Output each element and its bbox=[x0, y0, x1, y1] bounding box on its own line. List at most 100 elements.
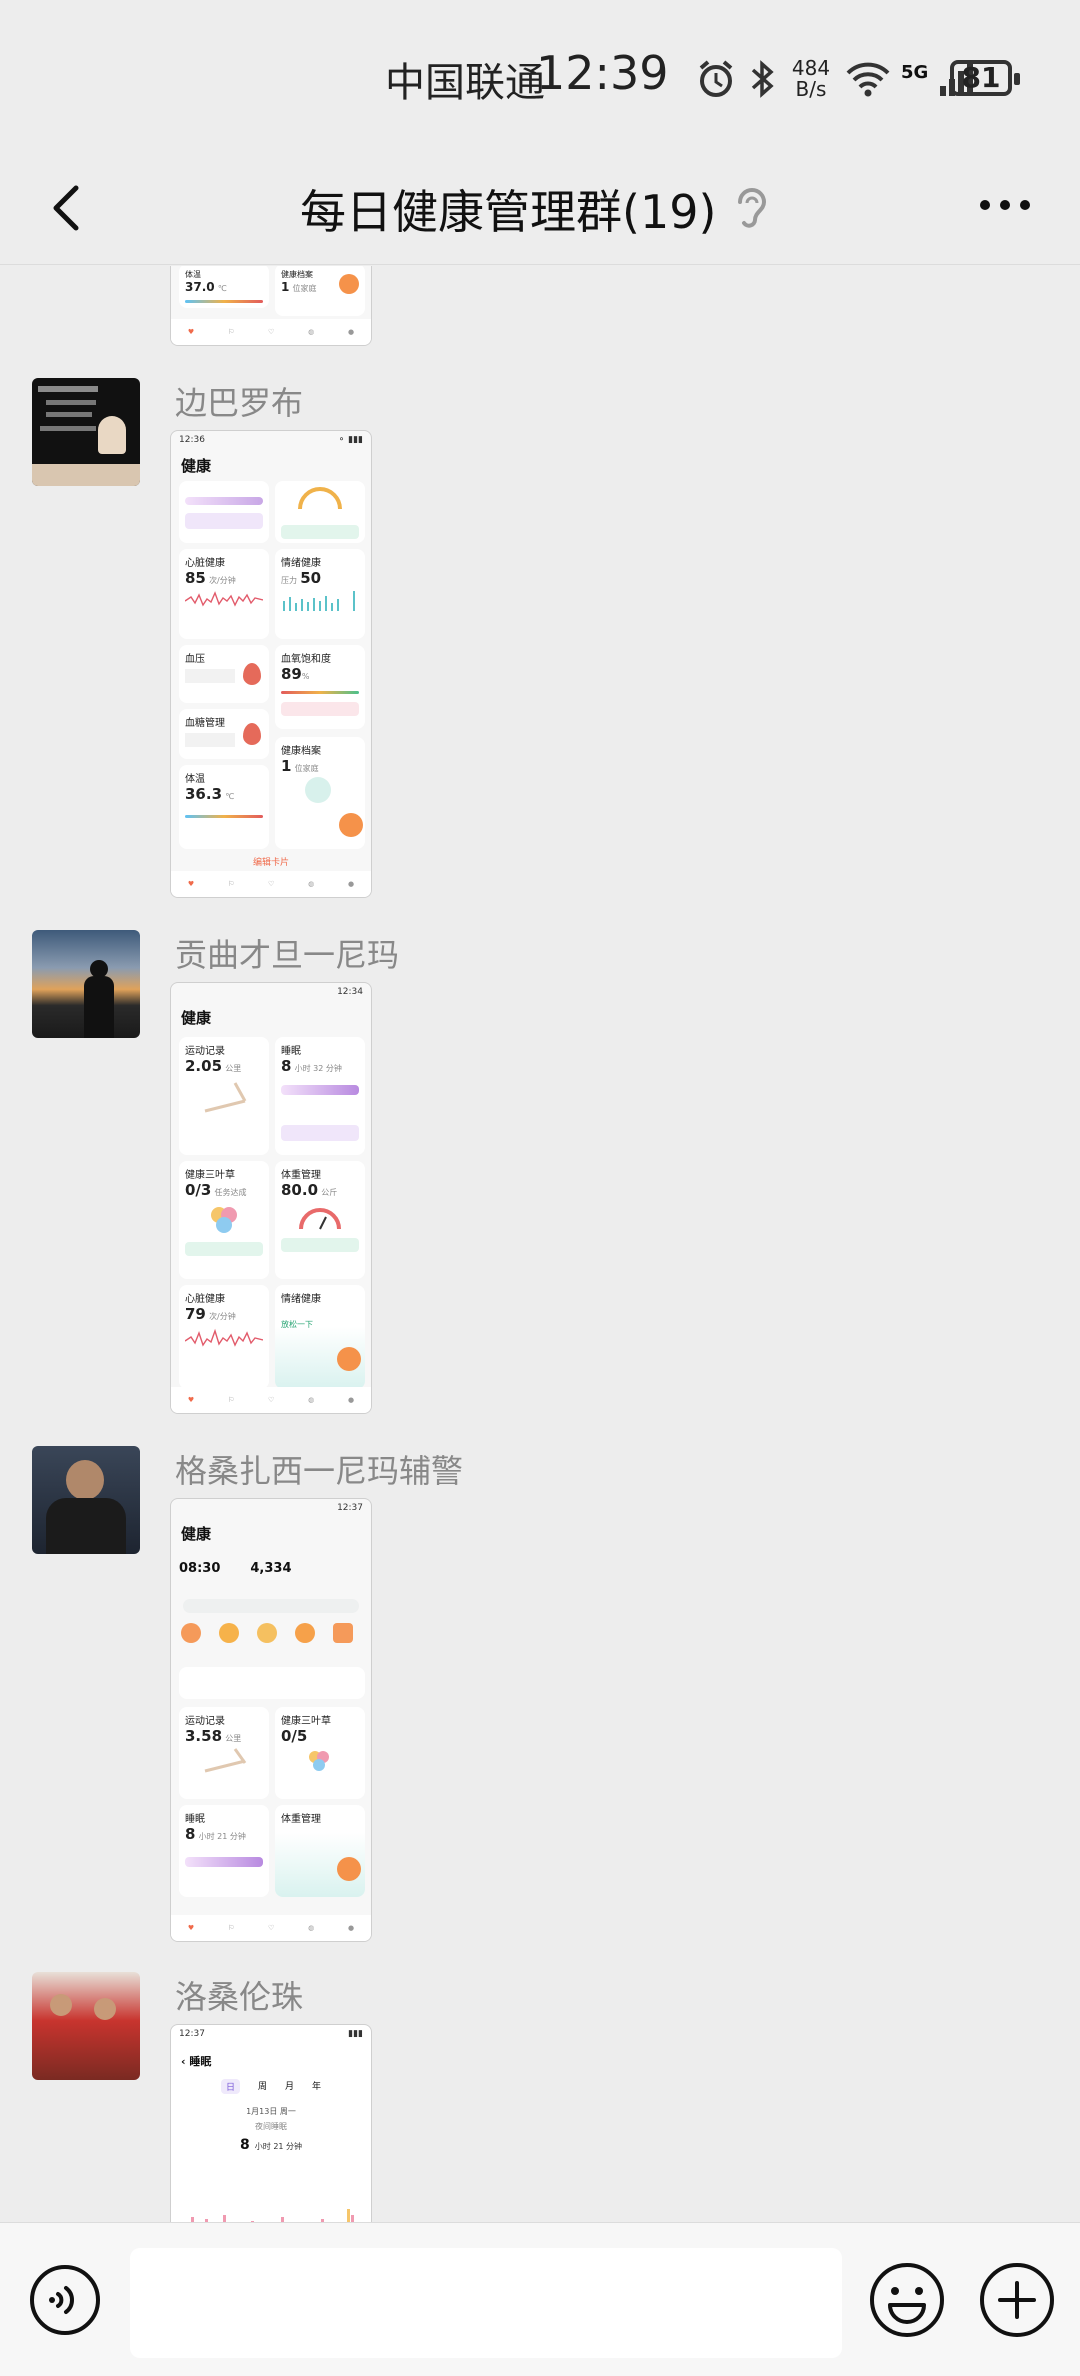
voice-icon[interactable] bbox=[28, 2263, 102, 2337]
stress-chart bbox=[283, 591, 355, 611]
avatar[interactable] bbox=[32, 1972, 140, 2080]
chat-screen: 中国联通 12:39 484 B/s 5G 81 每日健康管理群(19) 体温 3… bbox=[0, 0, 1080, 2376]
tab-day[interactable]: 日 bbox=[220, 2079, 240, 2094]
quick-icon bbox=[181, 1623, 201, 1643]
battery-icon: 81 bbox=[950, 60, 1020, 96]
heart-icon: ♥ bbox=[187, 1924, 195, 1932]
sender-name: 边巴罗布 bbox=[175, 384, 304, 422]
me-icon: ● bbox=[347, 328, 355, 336]
message-item: 边巴罗布 12:36 ⚬ ▮▮▮ 健康 心脏健康 85 次/分钟 情绪健康 压力… bbox=[0, 378, 1080, 898]
shot-status-bar: 12:36 ⚬ ▮▮▮ bbox=[179, 435, 363, 445]
shot-title: 健康 bbox=[181, 457, 212, 475]
image-message[interactable]: 12:34 健康 运动记录 2.05 公里 睡眠 8 小时 32 分钟 健康三叶… bbox=[170, 982, 372, 1414]
card-temperature: 体温 36.3 ℃ bbox=[179, 765, 269, 849]
status-bar: 中国联通 12:39 484 B/s 5G 81 bbox=[0, 0, 1080, 150]
message-list: 体温 37.0 ℃ 健康档案 1 位家庭 ♥ ⚐ ♡ ◍ ● 边巴罗布 12:3… bbox=[0, 266, 1080, 2222]
card-weight bbox=[275, 481, 365, 543]
run-icon: ⚐ bbox=[227, 1396, 235, 1404]
shot-bottom-nav: ♥ ⚐ ♡ ◍ ● bbox=[171, 1387, 371, 1413]
card-mood: 情绪健康 压力 50 bbox=[275, 549, 365, 639]
message-item: 洛桑伦珠 12:37 ▮▮▮ ‹ 睡眠 日 周 月 年 1月13日 周一 夜间睡眠… bbox=[0, 1972, 1080, 2222]
tab-year[interactable]: 年 bbox=[312, 2079, 321, 2094]
drop-icon bbox=[243, 723, 261, 745]
avatar[interactable] bbox=[32, 930, 140, 1038]
heart-rate-chart bbox=[184, 591, 264, 607]
carrier-label: 中国联通 bbox=[385, 60, 545, 106]
input-bar bbox=[0, 2222, 1080, 2376]
floating-button bbox=[337, 1347, 361, 1371]
heart-outline-icon: ♡ bbox=[268, 328, 275, 336]
tab-week[interactable]: 周 bbox=[258, 2079, 267, 2094]
card-health-record: 健康档案 1 位家庭 bbox=[275, 737, 365, 849]
shot-bottom-nav: ♥ ⚐ ♡ ◍ ● bbox=[171, 319, 371, 345]
card-heart: 心脏健康 79 次/分钟 bbox=[179, 1285, 269, 1389]
heart-outline-icon: ♡ bbox=[268, 1396, 275, 1404]
avatar[interactable] bbox=[32, 378, 140, 486]
shot-banner bbox=[179, 1667, 365, 1699]
heart-icon: ♥ bbox=[187, 880, 195, 888]
me-icon: ● bbox=[347, 1924, 355, 1932]
me-icon: ● bbox=[347, 880, 355, 888]
treadmill-icon bbox=[204, 1748, 247, 1773]
sender-name: 贡曲才旦一尼玛 bbox=[175, 936, 400, 974]
shot-status-bar: 12:37 ▮▮▮ bbox=[179, 2029, 363, 2039]
card-exercise: 运动记录 3.58 公里 bbox=[179, 1707, 269, 1799]
card-mood: 情绪健康 放松一下 bbox=[275, 1285, 365, 1389]
message-input[interactable] bbox=[130, 2248, 842, 2358]
clock: 12:39 bbox=[536, 46, 669, 100]
shot-top-stats: 08:30 4,334 bbox=[179, 1561, 292, 1576]
back-icon[interactable] bbox=[40, 178, 100, 238]
shot-quick-icons bbox=[181, 1623, 371, 1643]
alarm-icon bbox=[699, 60, 733, 97]
run-icon: ⚐ bbox=[227, 328, 235, 336]
shot-status-bar: 12:34 bbox=[337, 987, 363, 997]
card-exercise: 运动记录 2.05 公里 bbox=[179, 1037, 269, 1155]
sleep-date: 1月13日 周一 bbox=[246, 2107, 296, 2116]
card-health-record: 健康档案 1 位家庭 bbox=[275, 266, 365, 316]
quick-icon bbox=[333, 1623, 353, 1643]
tab-month[interactable]: 月 bbox=[285, 2079, 294, 2094]
run-icon: ⚐ bbox=[227, 880, 235, 888]
wifi-icon bbox=[846, 62, 890, 97]
card-clover: 健康三叶草 0/3 任务达成 bbox=[179, 1161, 269, 1279]
card-clover: 健康三叶草 0/5 bbox=[275, 1707, 365, 1799]
floating-button bbox=[339, 813, 363, 837]
device-icon: ◍ bbox=[308, 880, 315, 888]
heart-outline-icon: ♡ bbox=[268, 1924, 275, 1932]
card-sleep bbox=[179, 481, 269, 543]
image-message[interactable]: 12:37 ▮▮▮ ‹ 睡眠 日 周 月 年 1月13日 周一 夜间睡眠 8 小时… bbox=[170, 2024, 372, 2222]
image-message[interactable]: 12:36 ⚬ ▮▮▮ 健康 心脏健康 85 次/分钟 情绪健康 压力 50 血… bbox=[170, 430, 372, 898]
shot-title: ‹ 睡眠 bbox=[181, 2055, 212, 2068]
heart-rate-chart bbox=[184, 1328, 264, 1347]
device-icon: ◍ bbox=[308, 1924, 315, 1932]
device-icon: ◍ bbox=[308, 328, 315, 336]
shot-bottom-nav: ♥ ⚐ ♡ ◍ ● bbox=[171, 871, 371, 897]
me-icon: ● bbox=[347, 1396, 355, 1404]
heart-outline-icon: ♡ bbox=[268, 880, 275, 888]
quick-icon bbox=[257, 1623, 277, 1643]
shot-title: 健康 bbox=[181, 1525, 212, 1543]
floating-button bbox=[337, 1857, 361, 1881]
quick-icon bbox=[219, 1623, 239, 1643]
card-blood-sugar: 血糖管理 bbox=[179, 709, 269, 759]
sleep-value: 8 小时 21 分钟 bbox=[239, 2137, 303, 2153]
network-type: 5G bbox=[901, 61, 929, 83]
sender-name: 格桑扎西一尼玛辅警 bbox=[175, 1452, 464, 1490]
treadmill-icon bbox=[204, 1082, 247, 1113]
image-message[interactable]: 体温 37.0 ℃ 健康档案 1 位家庭 ♥ ⚐ ♡ ◍ ● bbox=[170, 266, 372, 346]
more-icon[interactable] bbox=[975, 190, 1035, 220]
emoji-icon[interactable] bbox=[868, 2261, 946, 2339]
message-item: 格桑扎西一尼玛辅警 12:37 健康 08:30 4,334 运动记录 3.58… bbox=[0, 1446, 1080, 1942]
card-sleep: 睡眠 8 小时 21 分钟 bbox=[179, 1805, 269, 1897]
image-message[interactable]: 12:37 健康 08:30 4,334 运动记录 3.58 公里 健康三叶草 … bbox=[170, 1498, 372, 1942]
ear-icon bbox=[738, 188, 767, 228]
run-icon: ⚐ bbox=[227, 1924, 235, 1932]
plus-icon[interactable] bbox=[978, 2261, 1056, 2339]
sleep-chart bbox=[191, 2209, 354, 2222]
status-icons: 484 B/s 5G bbox=[695, 55, 978, 103]
avatar[interactable] bbox=[32, 1446, 140, 1554]
network-speed: 484 B/s bbox=[791, 56, 831, 101]
drop-icon bbox=[243, 663, 261, 685]
record-icon bbox=[305, 777, 331, 803]
shot-status-bar: 12:37 bbox=[337, 1503, 363, 1513]
